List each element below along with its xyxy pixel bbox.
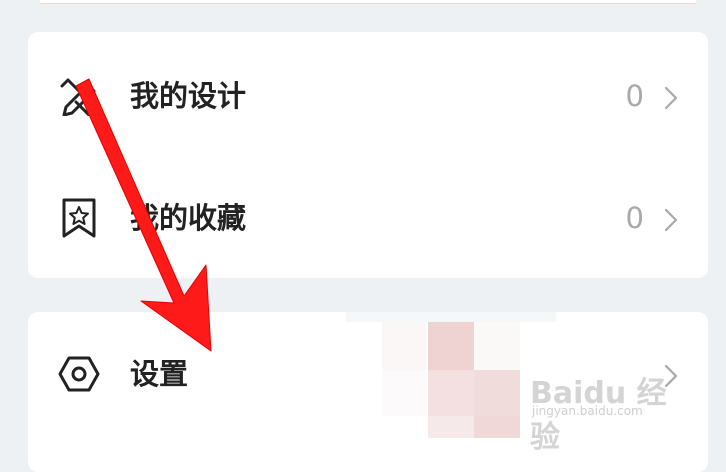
menu-item-count: 0	[625, 201, 644, 235]
menu-item-label: 我的收藏	[130, 201, 247, 235]
menu-card: 我的设计 0 我的收藏 0	[28, 32, 708, 278]
menu-item-label: 我的设计	[130, 79, 247, 113]
menu-item-count: 0	[625, 79, 644, 113]
menu-item-my-favorites[interactable]: 我的收藏 0	[28, 178, 708, 258]
bookmark-star-icon	[62, 198, 96, 238]
menu-item-my-designs[interactable]: 我的设计 0	[28, 56, 708, 136]
top-card-edge	[40, 0, 696, 4]
pencil-ruler-icon	[60, 78, 96, 116]
menu-item-label: 设置	[130, 357, 189, 391]
chevron-right-icon	[664, 208, 678, 232]
baidu-jingyan-watermark: Baidu 经验 jingyan.baidu.com	[530, 368, 690, 455]
watermark-url: jingyan.baidu.com	[532, 404, 643, 418]
hexagon-gear-icon	[58, 356, 100, 392]
chevron-right-icon	[664, 86, 678, 110]
